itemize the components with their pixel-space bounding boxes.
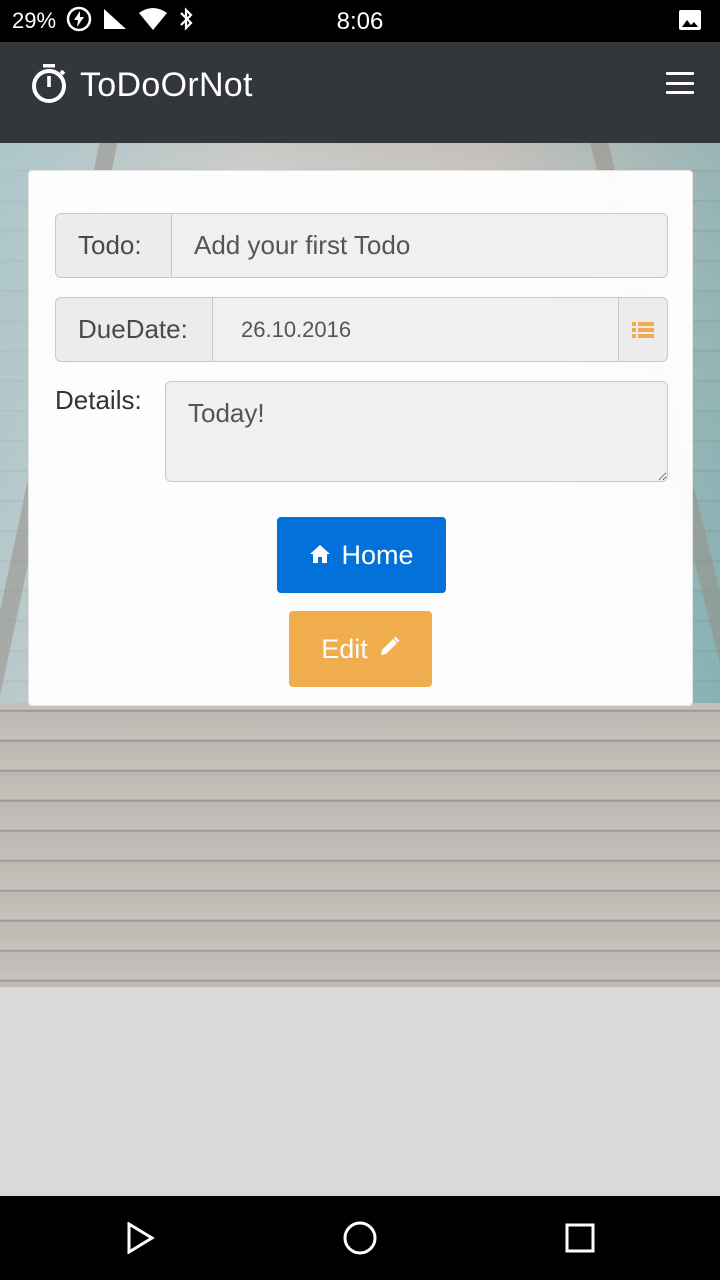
duedate-input[interactable] <box>213 297 619 362</box>
calendar-list-icon[interactable] <box>619 297 668 362</box>
edit-button-label: Edit <box>321 633 368 664</box>
status-bar: 29% 8:06 <box>0 0 720 42</box>
home-icon <box>309 540 331 571</box>
home-button[interactable]: Home <box>277 517 446 593</box>
battery-saver-icon <box>66 6 92 37</box>
app-navbar: ToDoOrNot <box>0 42 720 143</box>
back-triangle-icon[interactable] <box>120 1218 160 1258</box>
todo-input-group: Todo: <box>55 213 668 278</box>
todo-input[interactable] <box>172 213 668 278</box>
image-notification-icon <box>678 8 702 37</box>
todo-label: Todo: <box>55 213 172 278</box>
status-left: 29% <box>0 6 194 37</box>
home-button-label: Home <box>341 539 414 570</box>
edit-button[interactable]: Edit <box>289 611 432 687</box>
details-textarea[interactable]: Today! <box>165 381 668 482</box>
pencil-icon <box>378 634 400 665</box>
battery-percentage: 29% <box>12 8 57 33</box>
system-navigation-bar <box>0 1196 720 1280</box>
recents-square-icon[interactable] <box>560 1218 600 1258</box>
app-title: ToDoOrNot <box>80 66 253 104</box>
stopwatch-icon <box>30 62 68 109</box>
signal-icon <box>102 7 128 36</box>
bluetooth-icon <box>178 6 194 37</box>
home-circle-icon[interactable] <box>340 1218 380 1258</box>
empty-content-area <box>0 987 720 1196</box>
wifi-icon <box>138 7 168 36</box>
hamburger-menu-icon[interactable] <box>666 72 694 94</box>
brand[interactable]: ToDoOrNot <box>30 62 253 109</box>
duedate-label: DueDate: <box>55 297 213 362</box>
details-label: Details: <box>55 385 142 415</box>
duedate-input-group: DueDate: <box>55 297 668 362</box>
todo-form-card: Todo: DueDate: Details: Today! Home Edit <box>28 170 693 706</box>
